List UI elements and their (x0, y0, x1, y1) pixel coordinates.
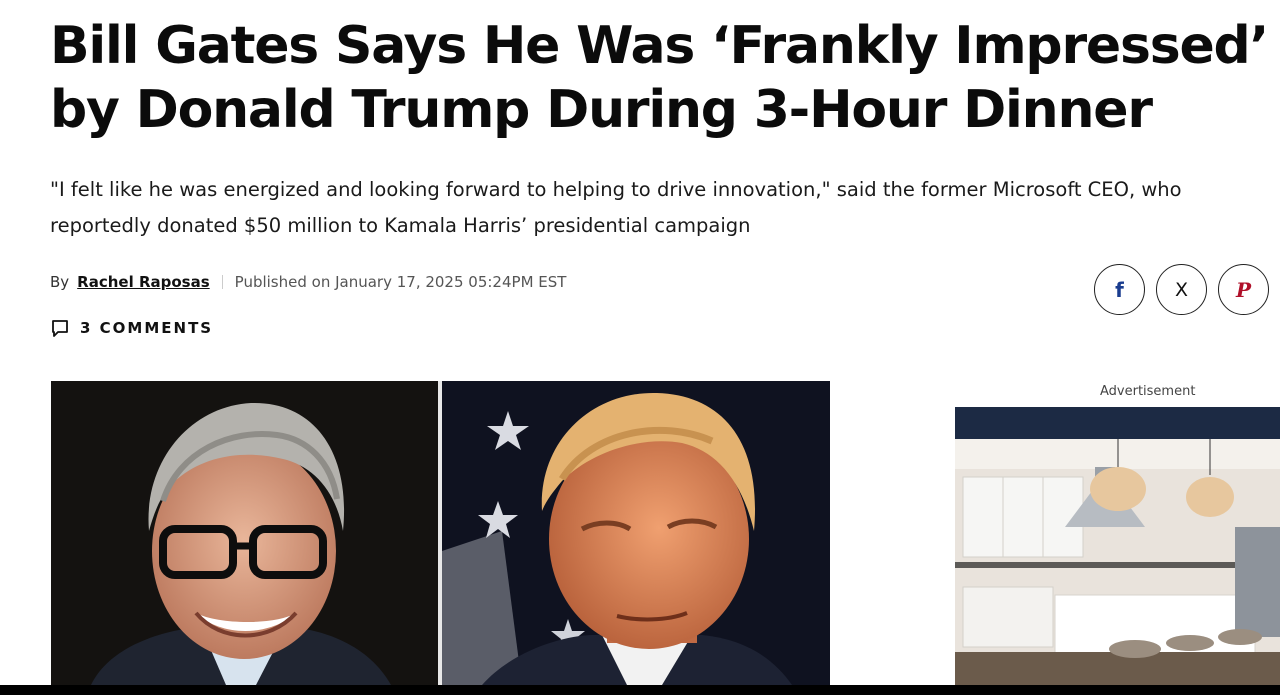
pinterest-share-button[interactable]: P (1218, 264, 1269, 315)
dek-line-2: reportedly donated $50 million to Kamala… (50, 214, 751, 237)
share-buttons: f X P (1094, 264, 1269, 315)
facebook-share-button[interactable]: f (1094, 264, 1145, 315)
donald-trump-photo (442, 381, 830, 685)
comment-icon (52, 320, 68, 337)
article-headline: Bill Gates Says He Was ‘Frankly Impresse… (50, 14, 1278, 142)
advertisement-label: Advertisement (1100, 384, 1196, 399)
bill-gates-photo (51, 381, 438, 685)
facebook-icon: f (1115, 277, 1124, 302)
pinterest-icon: P (1235, 277, 1252, 302)
byline-divider (221, 275, 223, 289)
hero-image (51, 381, 830, 685)
by-prefix: By (50, 273, 70, 291)
headline-line-2: by Donald Trump During 3-Hour Dinner (50, 80, 1153, 140)
comments-count-label: 3 COMMENTS (80, 319, 214, 337)
article-dek: "I felt like he was energized and lookin… (50, 172, 1265, 244)
comments-link[interactable]: 3 COMMENTS (50, 317, 213, 339)
bottom-bar (0, 685, 1280, 695)
x-share-button[interactable]: X (1156, 264, 1207, 315)
author-link[interactable]: Rachel Raposas (77, 273, 209, 291)
headline-line-1: Bill Gates Says He Was ‘Frankly Impresse… (50, 16, 1269, 76)
byline: By Rachel Raposas Published on January 1… (50, 270, 566, 294)
advertisement-image[interactable] (955, 407, 1280, 685)
publish-date: Published on January 17, 2025 05:24PM ES… (234, 273, 567, 291)
dek-line-1: "I felt like he was energized and lookin… (50, 178, 1182, 201)
x-icon: X (1174, 278, 1189, 301)
